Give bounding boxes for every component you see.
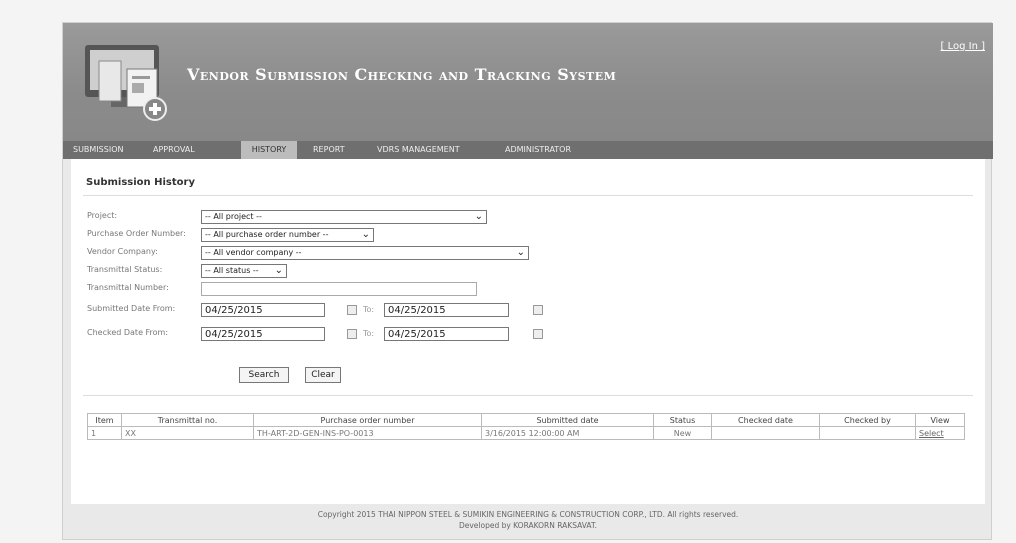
nav-history[interactable]: HISTORY xyxy=(241,141,297,159)
chevron-down-icon: ⌄ xyxy=(474,211,483,222)
select-link[interactable]: Select xyxy=(915,426,965,440)
col-status: Status xyxy=(653,413,712,427)
calendar-icon[interactable] xyxy=(533,305,543,315)
vendor-company-select[interactable]: -- All vendor company -- ⌄ xyxy=(201,246,529,260)
col-item: Item xyxy=(87,413,122,427)
col-checked-date: Checked date xyxy=(711,413,820,427)
cell-checked-by xyxy=(819,426,916,440)
cell-item: 1 xyxy=(87,426,122,440)
transmittal-number-input[interactable] xyxy=(201,282,477,296)
po-number-label: Purchase Order Number: xyxy=(87,229,186,238)
col-po-number: Purchase order number xyxy=(253,413,482,427)
checked-to-label: To: xyxy=(363,329,375,338)
copyright-text: Copyright 2015 THAI NIPPON STEEL & SUMIK… xyxy=(317,510,739,519)
cell-po-number: TH-ART-2D-GEN-INS-PO-0013 xyxy=(253,426,482,440)
transmittal-status-label: Transmittal Status: xyxy=(87,265,163,274)
col-submitted-date: Submitted date xyxy=(481,413,654,427)
nav-approval[interactable]: APPROVAL xyxy=(145,141,203,159)
cell-status: New xyxy=(653,426,712,440)
nav-submission[interactable]: SUBMISSION xyxy=(65,141,131,159)
nav-administrator[interactable]: ADMINISTRATOR xyxy=(497,141,579,159)
checked-date-to-input[interactable]: 04/25/2015 xyxy=(384,327,509,341)
project-select[interactable]: -- All project -- ⌄ xyxy=(201,210,487,224)
nav-report[interactable]: REPORT xyxy=(305,141,353,159)
submitted-date-to-input[interactable]: 04/25/2015 xyxy=(384,303,509,317)
page-title: Submission History xyxy=(86,177,195,188)
search-button[interactable]: Search xyxy=(239,367,289,383)
checked-date-from-input[interactable]: 04/25/2015 xyxy=(201,327,325,341)
main-nav: SUBMISSION APPROVAL HISTORY REPORT VDRS … xyxy=(63,141,993,159)
title-divider xyxy=(83,195,973,196)
submitted-date-from-input[interactable]: 04/25/2015 xyxy=(201,303,325,317)
project-label: Project: xyxy=(87,211,118,220)
content-panel: Submission History Project: -- All proje… xyxy=(71,159,985,504)
results-table: Item Transmittal no. Purchase order numb… xyxy=(87,413,965,440)
col-checked-by: Checked by xyxy=(819,413,916,427)
checked-date-label: Checked Date From: xyxy=(87,328,169,337)
submitted-to-label: To: xyxy=(363,305,375,314)
chevron-down-icon: ⌄ xyxy=(516,247,525,258)
app-logo-icon xyxy=(85,45,167,121)
app-title: Vendor Submission Checking and Tracking … xyxy=(187,65,617,84)
chevron-down-icon: ⌄ xyxy=(361,229,370,240)
form-divider xyxy=(83,395,973,396)
developer-credit: Developed by KORAKORN RAKSAVAT. xyxy=(458,521,598,530)
cell-checked-date xyxy=(711,426,820,440)
col-view: View xyxy=(915,413,965,427)
calendar-icon[interactable] xyxy=(347,329,357,339)
vendor-company-label: Vendor Company: xyxy=(87,247,158,256)
header-banner: Vendor Submission Checking and Tracking … xyxy=(63,23,993,141)
po-number-select[interactable]: -- All purchase order number -- ⌄ xyxy=(201,228,374,242)
cell-transmittal-no: XX xyxy=(121,426,254,440)
calendar-icon[interactable] xyxy=(347,305,357,315)
transmittal-number-label: Transmittal Number: xyxy=(87,283,169,292)
col-transmittal-no: Transmittal no. xyxy=(121,413,254,427)
nav-vdrs-management[interactable]: VDRS MANAGEMENT xyxy=(369,141,468,159)
chevron-down-icon: ⌄ xyxy=(274,265,283,276)
table-header-row: Item Transmittal no. Purchase order numb… xyxy=(87,413,965,427)
calendar-icon[interactable] xyxy=(533,329,543,339)
transmittal-status-select[interactable]: -- All status -- ⌄ xyxy=(201,264,287,278)
login-link[interactable]: [ Log In ] xyxy=(940,41,985,52)
table-row: 1 XX TH-ART-2D-GEN-INS-PO-0013 3/16/2015… xyxy=(87,426,965,440)
cell-submitted-date: 3/16/2015 12:00:00 AM xyxy=(481,426,654,440)
footer: Copyright 2015 THAI NIPPON STEEL & SUMIK… xyxy=(63,505,993,535)
submitted-date-label: Submitted Date From: xyxy=(87,304,176,313)
app-window: Vendor Submission Checking and Tracking … xyxy=(62,22,993,540)
clear-button[interactable]: Clear xyxy=(305,367,341,383)
